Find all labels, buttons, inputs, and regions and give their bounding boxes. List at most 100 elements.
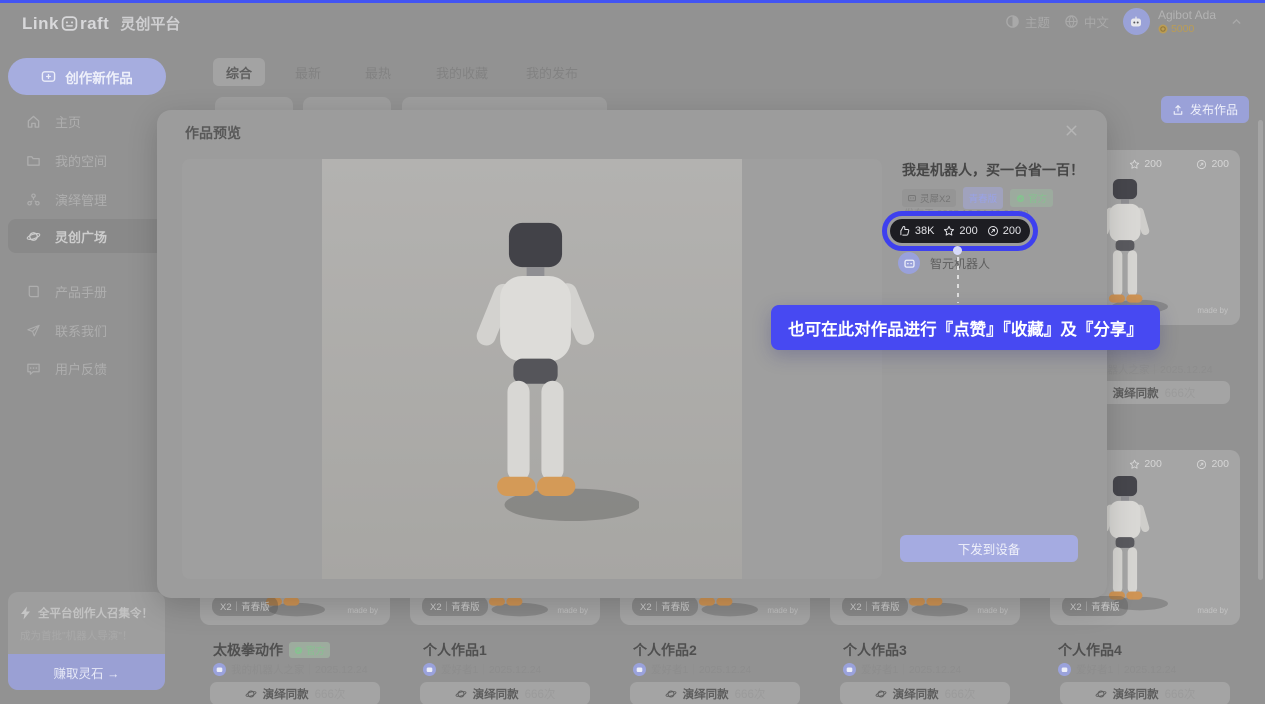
user-name: Agibot Ada [1158, 8, 1216, 22]
robot-face-icon [907, 193, 917, 203]
language-label: 中文 [1084, 12, 1109, 31]
star-icon [943, 225, 955, 237]
sidebar-item-creation-plaza[interactable]: 灵创广场 [8, 219, 166, 253]
sidebar-item-user-feedback[interactable]: 用户反馈 [8, 351, 166, 385]
chevron-up-icon[interactable] [1230, 15, 1243, 28]
sidebar-item-label: 灵创广场 [55, 227, 107, 246]
coin-icon [1158, 24, 1168, 34]
deploy-to-device-button[interactable]: 下发到设备 [900, 535, 1078, 562]
share-stat[interactable]: 200 [1196, 458, 1229, 470]
send-icon [26, 323, 41, 338]
card-author: 爱好者1｜2025.12.24 [423, 662, 541, 677]
earn-gems-button[interactable]: 赚取灵石 → [8, 654, 165, 690]
replay-same-button[interactable]: 演绎同款666次 [420, 682, 590, 704]
sidebar-item-label: 联系我们 [55, 321, 107, 340]
author-avatar-icon [633, 663, 646, 676]
star-icon [1129, 459, 1140, 470]
guide-tooltip-text: 也可在此对作品进行『点赞』『收藏』及『分享』 [788, 316, 1143, 340]
publish-work-label: 发布作品 [1190, 101, 1238, 118]
create-video-icon [41, 69, 56, 84]
sidebar-item-label: 演绎管理 [55, 190, 107, 209]
card-author: 爱好者1｜2025.12.24 [633, 662, 751, 677]
robot-video [432, 214, 639, 524]
replay-same-button[interactable]: 演绎同款666次 [210, 682, 380, 704]
video-player[interactable]: 01:23 03:23 [182, 159, 882, 579]
create-work-label: 创作新作品 [65, 67, 133, 87]
replay-same-button[interactable]: 演绎同款666次 [1060, 682, 1230, 704]
tab-label: 最新 [295, 63, 321, 82]
card-author: 爱好者1｜2025.12.24 [843, 662, 961, 677]
share-stat[interactable]: 200 [1196, 158, 1229, 170]
logo-text-prefix: Link [22, 14, 59, 34]
model-tag: X2｜青春版 [422, 596, 488, 616]
favorite-button[interactable]: 200 [943, 225, 977, 237]
upload-icon [1172, 104, 1184, 116]
publish-work-button[interactable]: 发布作品 [1161, 96, 1249, 123]
work-stats-pill: 38K 200 200 [890, 219, 1030, 243]
share-icon [1196, 159, 1207, 170]
globe-icon [1064, 14, 1079, 29]
earn-gems-label: 赚取灵石 → [54, 663, 120, 682]
sidebar-item-performance-management[interactable]: 演绎管理 [8, 182, 166, 216]
logo-face-icon [61, 15, 78, 32]
planet-icon [455, 688, 467, 700]
modal-title: 作品预览 [185, 123, 241, 143]
book-icon [26, 284, 41, 299]
promo-card: 全平台创作人召集令！ 成为首批"机器人导演"！ 赚取灵石 → [8, 592, 165, 690]
model-tag: X2｜青春版 [632, 596, 698, 616]
share-button[interactable]: 200 [987, 225, 1021, 237]
watermark: made by [1197, 606, 1228, 615]
tab-newest[interactable]: 最新 [288, 58, 328, 86]
sidebar-item-contact-us[interactable]: 联系我们 [8, 313, 166, 347]
theme-icon [1005, 14, 1020, 29]
star-icon [1129, 159, 1140, 170]
tab-label: 我的收藏 [436, 63, 488, 82]
work-author-row[interactable]: 智元机器人 [898, 252, 990, 274]
sidebar-item-home[interactable]: 主页 [8, 104, 166, 138]
tab-hottest[interactable]: 最热 [358, 58, 398, 86]
favorite-stat[interactable]: 200 [1129, 158, 1162, 170]
card-title: 个人作品1 [423, 640, 487, 660]
author-avatar-icon [213, 663, 226, 676]
guide-tooltip: 也可在此对作品进行『点赞』『收藏』及『分享』 [771, 305, 1160, 350]
language-switch[interactable]: 中文 [1064, 12, 1109, 31]
favorite-stat[interactable]: 200 [1129, 458, 1162, 470]
replay-same-button[interactable]: 演绎同款666次 [630, 682, 800, 704]
tab-my-favorites[interactable]: 我的收藏 [432, 58, 492, 86]
header-right: 主题 中文 Agibot Ada 5000 [1005, 8, 1243, 35]
top-accent-line [0, 0, 1265, 3]
user-menu[interactable]: Agibot Ada 5000 [1123, 8, 1243, 35]
model-tag: X2｜青春版 [1062, 596, 1128, 616]
sidebar-item-label: 主页 [55, 112, 81, 131]
sidebar-item-product-manual[interactable]: 产品手册 [8, 274, 166, 308]
sidebar-item-my-space[interactable]: 我的空间 [8, 143, 166, 177]
close-icon[interactable] [1064, 123, 1079, 138]
watermark: made by [977, 606, 1008, 615]
page-scrollbar[interactable] [1258, 120, 1263, 580]
logo-text-cn: 灵创平台 [120, 13, 180, 34]
watermark: made by [347, 606, 378, 615]
planet-icon [1095, 688, 1107, 700]
official-badge: 官方 [289, 642, 330, 658]
tab-label: 我的发布 [526, 63, 578, 82]
planet-icon [665, 688, 677, 700]
guide-dashed-line [957, 257, 959, 303]
tab-comprehensive[interactable]: 综合 [213, 58, 265, 86]
logo-text-suffix: raft [80, 14, 109, 34]
theme-toggle[interactable]: 主题 [1005, 12, 1050, 31]
replay-same-button[interactable]: 演绎同款666次 [840, 682, 1010, 704]
check-circle-icon [294, 646, 303, 655]
bolt-icon [20, 606, 32, 620]
work-author-name: 智元机器人 [930, 255, 990, 272]
like-button[interactable]: 38K [899, 225, 935, 237]
create-work-button[interactable]: 创作新作品 [8, 58, 166, 95]
theme-label: 主题 [1025, 12, 1050, 31]
promo-title: 全平台创作人召集令！ [38, 605, 153, 621]
tab-label: 综合 [226, 63, 252, 82]
deploy-label: 下发到设备 [958, 539, 1021, 558]
card-title: 个人作品2 [633, 640, 697, 660]
tab-my-published[interactable]: 我的发布 [522, 58, 582, 86]
planet-icon [875, 688, 887, 700]
sidebar-item-label: 产品手册 [55, 282, 107, 301]
logo[interactable]: Link raft 灵创平台 [22, 13, 180, 34]
